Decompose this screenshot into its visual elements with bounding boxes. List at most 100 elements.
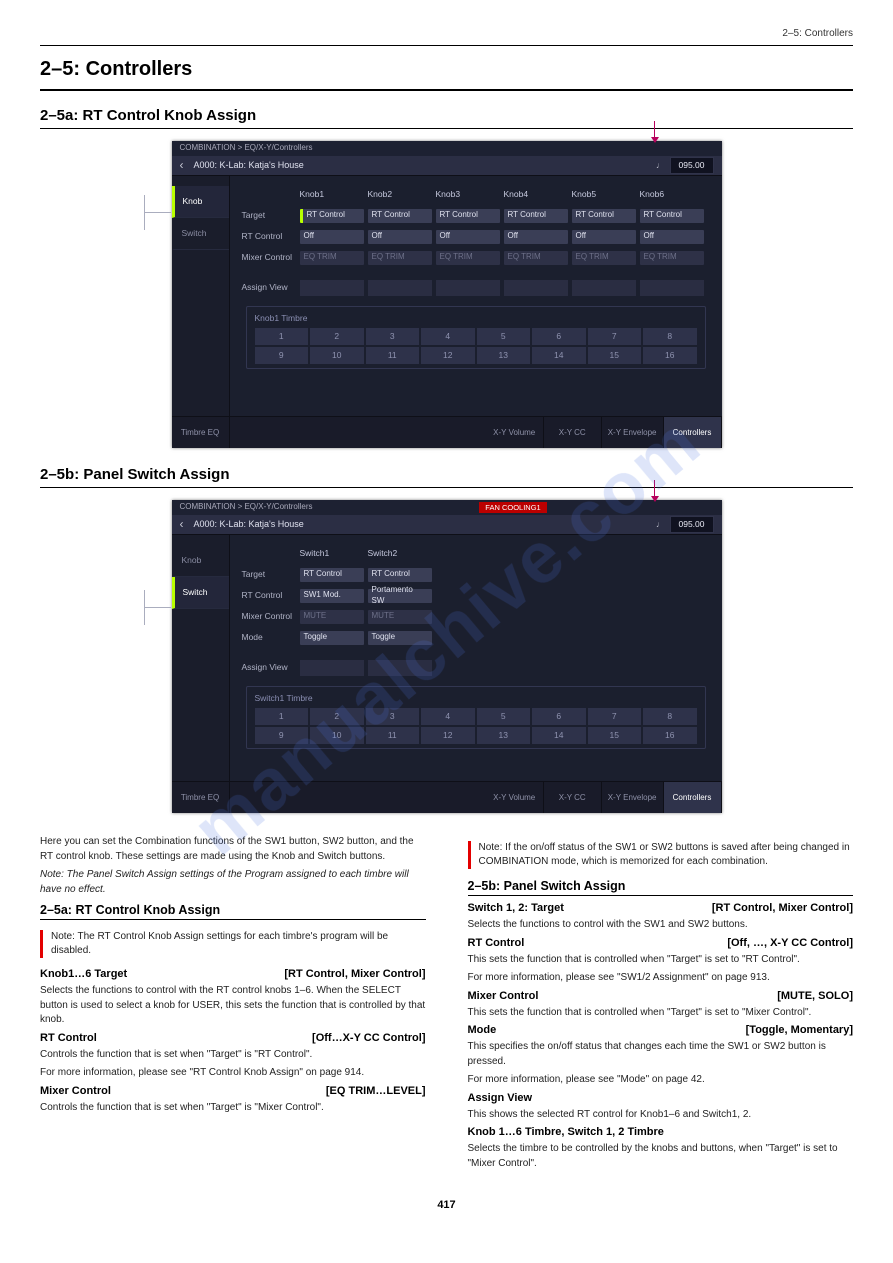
rt-cell[interactable]: Off xyxy=(640,230,704,244)
timbre-cell[interactable]: 12 xyxy=(421,347,475,364)
tab-xy-volume[interactable]: X-Y Volume xyxy=(486,782,544,813)
timbre-cell[interactable]: 15 xyxy=(588,347,642,364)
timbre-cell[interactable]: 3 xyxy=(366,328,420,345)
mix-cell[interactable]: EQ TRIM xyxy=(640,251,704,265)
row-mixercontrol: Mixer Control MUTE MUTE xyxy=(242,608,710,625)
assign-view-cell[interactable] xyxy=(436,280,500,296)
assign-view-cell[interactable] xyxy=(640,280,704,296)
tab-xy-envelope[interactable]: X-Y Envelope xyxy=(602,782,664,813)
rt-cell[interactable]: Off xyxy=(436,230,500,244)
rt-cell[interactable]: Off xyxy=(368,230,432,244)
rt-cell[interactable]: Off xyxy=(572,230,636,244)
back-icon[interactable]: ‹ xyxy=(180,517,184,533)
timbre-cell[interactable]: 4 xyxy=(421,708,475,725)
timbre-cell[interactable]: 16 xyxy=(643,727,697,744)
timbre-cell[interactable]: 10 xyxy=(310,347,364,364)
timbre-cell[interactable]: 8 xyxy=(643,708,697,725)
mode-cell[interactable]: Toggle xyxy=(300,631,364,645)
tab-controllers[interactable]: Controllers xyxy=(664,782,722,813)
subsection-knob-title: 2–5a: RT Control Knob Assign xyxy=(40,107,853,129)
subsection-switch-title: 2–5b: Panel Switch Assign xyxy=(40,466,853,488)
target-cell[interactable]: RT Control xyxy=(300,568,364,582)
target-cell[interactable]: RT Control xyxy=(368,209,432,223)
tab-knob[interactable]: Knob xyxy=(172,545,229,577)
side-tabs: Knob Switch xyxy=(172,176,230,416)
tempo-value[interactable]: 095.00 xyxy=(670,516,714,533)
timbre-cell[interactable]: 16 xyxy=(643,347,697,364)
timbre-cell[interactable]: 5 xyxy=(477,328,531,345)
mix-cell[interactable]: MUTE xyxy=(368,610,432,624)
param-knob-target-body: Selects the functions to control with th… xyxy=(40,984,426,1028)
tab-timbre-eq[interactable]: Timbre EQ xyxy=(172,417,230,448)
timbre-cell[interactable]: 13 xyxy=(477,347,531,364)
rt-cell[interactable]: Off xyxy=(504,230,568,244)
timbre-cell[interactable]: 9 xyxy=(255,347,309,364)
mix-cell[interactable]: EQ TRIM xyxy=(572,251,636,265)
rt-cell[interactable]: Portamento SW xyxy=(368,589,432,603)
rt-cell[interactable]: Off xyxy=(300,230,364,244)
mix-cell[interactable]: MUTE xyxy=(300,610,364,624)
timbre-cell[interactable]: 13 xyxy=(477,727,531,744)
mode-cell[interactable]: Toggle xyxy=(368,631,432,645)
timbre-cell[interactable]: 1 xyxy=(255,328,309,345)
timbre-grid-title: Switch1 Timbre xyxy=(255,693,697,704)
timbre-cell[interactable]: 7 xyxy=(588,328,642,345)
timbre-cell[interactable]: 7 xyxy=(588,708,642,725)
rt-cell[interactable]: SW1 Mod. xyxy=(300,589,364,603)
target-cell[interactable]: RT Control xyxy=(300,209,364,223)
col-header: Switch1 xyxy=(300,548,364,559)
assign-view-cell[interactable] xyxy=(300,280,364,296)
timbre-cell[interactable]: 15 xyxy=(588,727,642,744)
assign-view-cell[interactable] xyxy=(504,280,568,296)
target-cell[interactable]: RT Control xyxy=(436,209,500,223)
tab-xy-volume[interactable]: X-Y Volume xyxy=(486,417,544,448)
timbre-cell[interactable]: 3 xyxy=(366,708,420,725)
assign-view-cell[interactable] xyxy=(368,660,432,676)
timbre-cell[interactable]: 14 xyxy=(532,347,586,364)
tempo-value[interactable]: 095.00 xyxy=(670,157,714,174)
mix-cell[interactable]: EQ TRIM xyxy=(368,251,432,265)
timbre-cell[interactable]: 2 xyxy=(310,328,364,345)
combi-title[interactable]: A000: K-Lab: Katja's House xyxy=(194,160,657,172)
tab-timbre-eq[interactable]: Timbre EQ xyxy=(172,782,230,813)
timbre-cell[interactable]: 10 xyxy=(310,727,364,744)
param-rtcontrol-label: RT Control xyxy=(40,1032,97,1044)
tab-xy-envelope[interactable]: X-Y Envelope xyxy=(602,417,664,448)
target-cell[interactable]: RT Control xyxy=(572,209,636,223)
assign-view-cell[interactable] xyxy=(368,280,432,296)
mix-cell[interactable]: EQ TRIM xyxy=(504,251,568,265)
timbre-cell[interactable]: 8 xyxy=(643,328,697,345)
tab-knob[interactable]: Knob xyxy=(172,186,229,218)
back-icon[interactable]: ‹ xyxy=(180,158,184,174)
row-rt-label: RT Control xyxy=(242,590,300,601)
tab-xy-cc[interactable]: X-Y CC xyxy=(544,417,602,448)
tab-controllers[interactable]: Controllers xyxy=(664,417,722,448)
assign-view-body: This shows the selected RT control for K… xyxy=(468,1108,854,1123)
tab-switch[interactable]: Switch xyxy=(172,218,229,250)
timbre-cell[interactable]: 5 xyxy=(477,708,531,725)
assign-view-cell[interactable] xyxy=(300,660,364,676)
target-cell[interactable]: RT Control xyxy=(368,568,432,582)
row-rtcontrol: RT Control Off Off Off Off Off Off xyxy=(242,228,710,245)
combi-title[interactable]: A000: K-Lab: Katja's House xyxy=(194,519,657,531)
timbre-cell[interactable]: 6 xyxy=(532,708,586,725)
target-cell[interactable]: RT Control xyxy=(504,209,568,223)
timbre-cell[interactable]: 12 xyxy=(421,727,475,744)
timbre-cell[interactable]: 2 xyxy=(310,708,364,725)
tab-xy-cc[interactable]: X-Y CC xyxy=(544,782,602,813)
red-bar-icon xyxy=(468,841,471,869)
timbre-cell[interactable]: 11 xyxy=(366,347,420,364)
tab-switch[interactable]: Switch xyxy=(172,577,229,609)
timbre-cell[interactable]: 6 xyxy=(532,328,586,345)
timbre-cell[interactable]: 9 xyxy=(255,727,309,744)
titlebar: ‹ A000: K-Lab: Katja's House ♩ 095.00 xyxy=(172,515,722,535)
mix-cell[interactable]: EQ TRIM xyxy=(436,251,500,265)
assign-view-cell[interactable] xyxy=(572,280,636,296)
timbre-cell[interactable]: 14 xyxy=(532,727,586,744)
timbre-cell[interactable]: 4 xyxy=(421,328,475,345)
timbre-cell[interactable]: 11 xyxy=(366,727,420,744)
timbre-cell[interactable]: 1 xyxy=(255,708,309,725)
mix-cell[interactable]: EQ TRIM xyxy=(300,251,364,265)
section-title: 2–5: Controllers xyxy=(40,58,853,91)
target-cell[interactable]: RT Control xyxy=(640,209,704,223)
